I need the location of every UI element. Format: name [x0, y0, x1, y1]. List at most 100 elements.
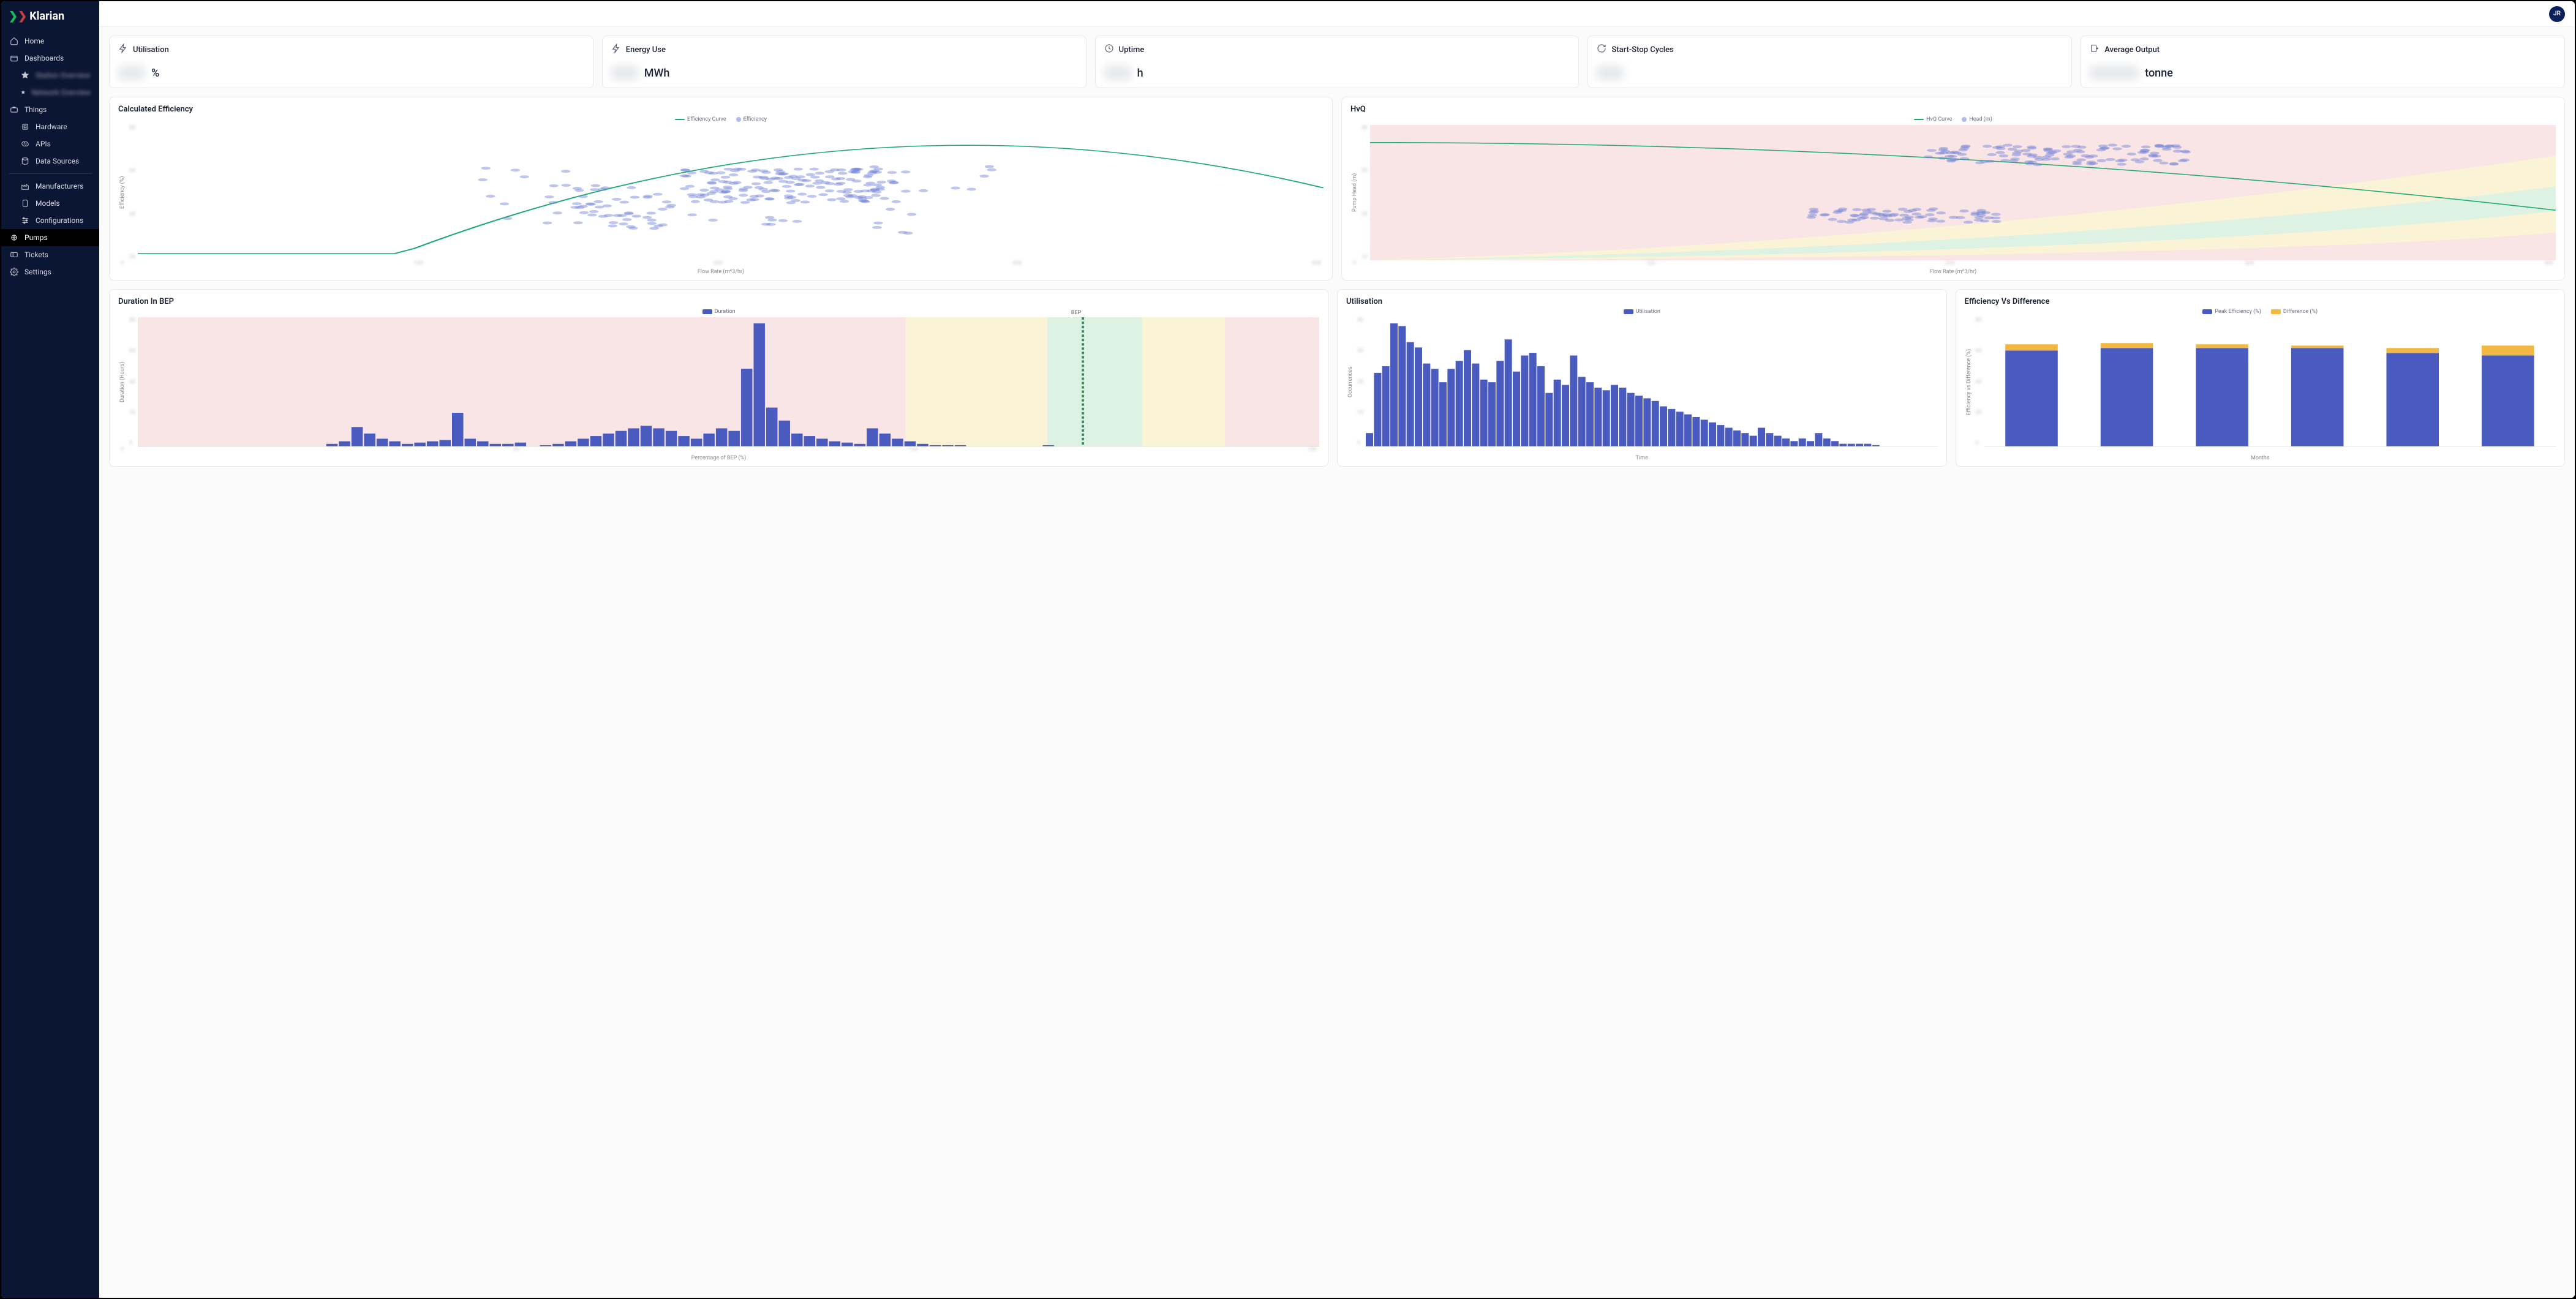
dashboards-icon [10, 54, 18, 62]
home-icon [10, 37, 18, 45]
sidebar-item-label: Dashboards [24, 54, 64, 62]
refresh-icon [1597, 43, 1606, 56]
sidebar-item-apis[interactable]: APIs [1, 135, 99, 152]
x-axis-label: Months [1965, 455, 2556, 461]
legend-swatch-bar-icon [2271, 309, 2281, 314]
kpi-value-blurred [2090, 66, 2139, 80]
avatar[interactable]: JR [2549, 6, 2565, 22]
chart-calculated-efficiency: Calculated Efficiency Efficiency Curve E… [109, 97, 1333, 281]
bolt-icon [118, 43, 128, 56]
chart-legend: Peak Efficiency (%) Difference (%) [1965, 309, 2556, 315]
sidebar-item-dashboards[interactable]: Dashboards [1, 50, 99, 67]
kpi-label: Start-Stop Cycles [1611, 45, 1673, 55]
kpi-label: Energy Use [626, 45, 666, 55]
sidebar-item-label: Home [24, 37, 44, 45]
kpi-value-blurred [611, 66, 638, 80]
sidebar-item-models[interactable]: Models [1, 195, 99, 212]
things-icon [10, 105, 18, 114]
chart-plot[interactable] [1366, 317, 1937, 446]
sidebar-item-things[interactable]: Things [1, 101, 99, 118]
kpi-unit: h [1137, 67, 1143, 80]
sidebar-item-label: Station Overview [36, 71, 91, 80]
sidebar-item-label: Network Overview [32, 88, 91, 97]
kpi-value-blurred [1597, 66, 1624, 80]
avatar-initials: JR [2553, 10, 2561, 17]
chart-eff-vs-diff: Efficiency Vs Difference Peak Efficiency… [1956, 289, 2566, 467]
sidebar-item-label: Hardware [36, 122, 67, 131]
legend-label: HvQ Curve [1926, 116, 1952, 122]
legend-swatch-dot-icon [1962, 117, 1967, 122]
logo-mark-icon: ❯❯ [9, 10, 27, 23]
legend-swatch-bar-icon [2202, 309, 2212, 314]
nav-divider [9, 173, 92, 174]
chart-title: Efficiency Vs Difference [1965, 297, 2556, 306]
pumps-icon [10, 233, 18, 242]
kpi-energy-use: Energy Use MWh [602, 36, 1087, 88]
sidebar-item-label: Settings [24, 268, 51, 276]
y-axis-label: Duration (Hours) [118, 317, 127, 446]
x-axis-label: Percentage of BEP (%) [118, 455, 1319, 461]
sidebar-item-hardware[interactable]: Hardware [1, 118, 99, 135]
sidebar-item-data-sources[interactable]: Data Sources [1, 152, 99, 170]
sidebar-item-label: Pumps [24, 233, 48, 242]
topbar: JR [99, 1, 2575, 27]
x-axis-label: Flow Rate (m^3/hr) [118, 269, 1324, 275]
kpi-uptime: Uptime h [1095, 36, 1580, 88]
logo-text: Klarian [29, 10, 64, 23]
chart-legend: Efficiency Curve Efficiency [118, 116, 1324, 122]
sidebar-item-label: Data Sources [36, 157, 79, 165]
data-sources-icon [21, 157, 29, 165]
models-icon [21, 199, 29, 208]
legend-label: Efficiency [744, 116, 767, 122]
logo: ❯❯ Klarian [1, 1, 99, 32]
sidebar: ❯❯ Klarian Home Dashboards Station Overv… [1, 1, 99, 1298]
chart-duration-bep: Duration In BEP Duration Duration (Hours… [109, 289, 1328, 467]
sidebar-item-manufacturers[interactable]: Manufacturers [1, 178, 99, 195]
primary-nav: Home Dashboards Station Overview Network… [1, 32, 99, 281]
sidebar-item-dashboard-favourite-1[interactable]: Station Overview [1, 67, 99, 84]
kpi-value-blurred [118, 66, 145, 80]
output-icon [2090, 43, 2100, 56]
sidebar-item-tickets[interactable]: Tickets [1, 246, 99, 263]
chart-plot[interactable]: BEP [138, 317, 1319, 446]
sidebar-item-label: Models [36, 199, 60, 208]
chart-legend: HvQ Curve Head (m) [1350, 116, 2556, 122]
content: Utilisation % Energy Use MWh Uptime [99, 27, 2575, 1298]
kpi-unit: tonne [2145, 67, 2173, 80]
sidebar-item-settings[interactable]: Settings [1, 263, 99, 281]
sidebar-item-dashboard-favourite-2[interactable]: Network Overview [1, 84, 99, 101]
y-axis-label: Pump Head (m) [1350, 125, 1359, 260]
bolt-icon [611, 43, 621, 56]
chart-utilisation-hist: Utilisation Utilisation Occurrences 4030… [1337, 289, 1947, 467]
star-icon [21, 88, 26, 97]
y-axis-label: Efficiency (%) [118, 125, 127, 260]
star-icon [21, 71, 29, 80]
sidebar-item-home[interactable]: Home [1, 32, 99, 50]
chart-title: HvQ [1350, 105, 2556, 114]
kpi-utilisation: Utilisation % [109, 36, 593, 88]
chart-title: Duration In BEP [118, 297, 1319, 306]
tickets-icon [10, 250, 18, 259]
kpi-unit: % [151, 67, 159, 80]
y-axis-label: Efficiency vs Difference (%) [1965, 317, 1973, 446]
chart-legend: Duration [118, 309, 1319, 315]
y-axis-label: Occurrences [1346, 317, 1355, 446]
main: JR Utilisation % Energy Use [99, 1, 2575, 1298]
legend-label: Head (m) [1969, 116, 1992, 122]
x-axis-label: Time [1346, 455, 1938, 461]
sidebar-item-pumps[interactable]: Pumps [1, 229, 99, 246]
sidebar-item-label: Tickets [24, 250, 48, 259]
legend-label: Efficiency Curve [687, 116, 726, 122]
legend-label: Peak Efficiency (%) [2215, 309, 2261, 315]
hardware-icon [21, 122, 29, 131]
chart-plot[interactable] [138, 125, 1324, 260]
configurations-icon [21, 216, 29, 225]
settings-icon [10, 268, 18, 276]
sidebar-item-configurations[interactable]: Configurations [1, 212, 99, 229]
legend-swatch-bar-icon [1624, 309, 1633, 314]
chart-plot[interactable] [1370, 125, 2556, 260]
chart-legend: Utilisation [1346, 309, 1938, 315]
chart-title: Utilisation [1346, 297, 1938, 306]
chart-plot[interactable] [1984, 317, 2556, 446]
kpi-avg-output: Average Output tonne [2081, 36, 2565, 88]
